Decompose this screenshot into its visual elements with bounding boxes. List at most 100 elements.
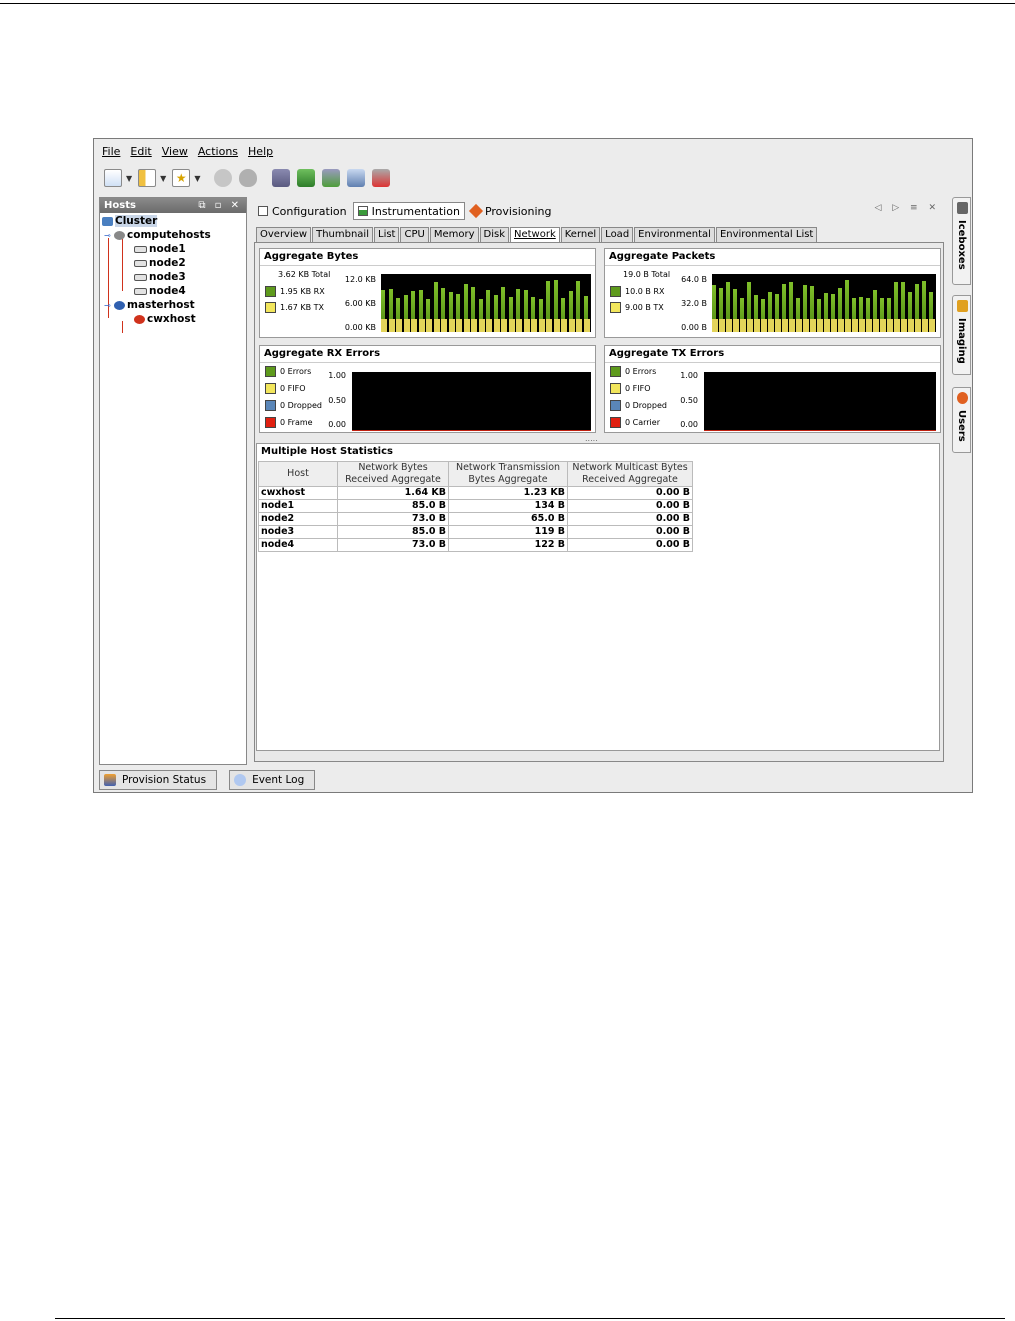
provision-status-tab[interactable]: Provision Status (99, 770, 218, 790)
tx-bar (803, 319, 809, 332)
table-row[interactable]: cwxhost 1.64 KB 1.23 KB 0.00 B (258, 486, 693, 500)
legend-swatch (610, 400, 621, 411)
subtab-network[interactable]: Network (509, 227, 560, 243)
menu-view[interactable]: View (162, 142, 188, 162)
tools-icon[interactable] (372, 169, 391, 187)
legend-item: 0 Errors (265, 364, 311, 380)
stats-table: Host Network Bytes Received Aggregate Net… (258, 461, 693, 552)
side-tab-users[interactable]: Users (952, 387, 971, 453)
tx-bar (852, 319, 858, 332)
side-tab-iceboxes[interactable]: Iceboxes (952, 197, 971, 285)
chart-total: 3.62 KB Total (278, 270, 331, 279)
event-log-tab[interactable]: Event Log (229, 770, 316, 790)
tx-bar (516, 319, 523, 332)
table-row[interactable]: node4 73.0 B 122 B 0.00 B (258, 538, 693, 552)
tree-item-node2[interactable]: node2 (134, 257, 186, 270)
legend-item: 0 FIFO (265, 381, 306, 397)
hosts-panel-title: Hosts ⧉ ▫ ✕ (100, 198, 246, 213)
tx-bar (418, 319, 425, 332)
table-row[interactable]: node3 85.0 B 119 B 0.00 B (258, 525, 693, 539)
tx-bar (866, 319, 872, 332)
legend-item: 0 Errors (610, 364, 656, 380)
legend-swatch (610, 302, 621, 313)
tab-instrumentation[interactable]: Instrumentation (352, 202, 465, 220)
favorites-star-icon[interactable]: ★ (172, 169, 191, 187)
legend-swatch (265, 400, 276, 411)
chart-total: 19.0 B Total (623, 270, 671, 279)
legend-swatch (265, 286, 276, 297)
tx-bar (775, 319, 781, 332)
bytes-plot (381, 274, 591, 332)
table-row[interactable]: node2 73.0 B 65.0 B 0.00 B (258, 512, 693, 526)
tree-item-masterhost[interactable]: ⊸ masterhost (104, 299, 195, 312)
y-tick-label: 64.0 B (681, 275, 707, 284)
column-header-transmission-bytes[interactable]: Network Transmission Bytes Aggregate (448, 461, 568, 487)
tx-bar (810, 319, 816, 332)
tree-item-node4[interactable]: node4 (134, 285, 186, 298)
favorites-dropdown-icon[interactable]: ▼ (194, 174, 200, 183)
legend-swatch (265, 366, 276, 377)
tx-errors-plot (704, 372, 936, 431)
column-header-bytes-received[interactable]: Network Bytes Received Aggregate (337, 461, 449, 487)
inspect-icon[interactable] (347, 169, 366, 187)
menu-edit[interactable]: Edit (130, 142, 151, 162)
tree-item-cluster[interactable]: Cluster (102, 215, 158, 228)
database-icon[interactable] (272, 169, 291, 187)
tx-bar (553, 319, 560, 332)
tx-bar (880, 319, 886, 332)
layout-icon[interactable] (138, 169, 157, 187)
new-window-dropdown-icon[interactable]: ▼ (126, 174, 132, 183)
legend-item: 9.00 B TX (610, 300, 664, 316)
layout-dropdown-icon[interactable]: ▼ (160, 174, 166, 183)
tree-item-node1[interactable]: node1 (134, 243, 186, 256)
menu-file[interactable]: File (102, 142, 120, 162)
column-header-multicast-bytes[interactable]: Network Multicast Bytes Received Aggregat… (567, 461, 693, 487)
subtab-list[interactable]: List (374, 227, 400, 243)
tx-bar (824, 319, 830, 332)
expand-icon[interactable]: ⊸ (104, 231, 111, 240)
rx-errors-plot (352, 372, 591, 431)
tab-nav-controls-icon[interactable]: ◁ ▷ ≡ ✕ (874, 203, 940, 213)
chart-title: Aggregate Packets (605, 249, 940, 266)
subtab-environmental-list[interactable]: Environmental List (715, 227, 818, 243)
subtab-thumbnail[interactable]: Thumbnail (312, 227, 373, 243)
tab-configuration[interactable]: Configuration (254, 203, 351, 219)
multiple-host-statistics: Multiple Host Statistics Host Network By… (256, 443, 940, 751)
sub-tabs: Overview Thumbnail List CPU Memory Disk … (256, 227, 818, 243)
subtab-overview[interactable]: Overview (256, 227, 312, 243)
menu-actions[interactable]: Actions (198, 142, 238, 162)
upload-icon[interactable] (322, 169, 341, 187)
tx-bar (719, 319, 725, 332)
tree-connector (122, 239, 123, 291)
side-tab-imaging[interactable]: Imaging (952, 295, 971, 375)
tree-item-node3[interactable]: node3 (134, 271, 186, 284)
tree-item-computehosts[interactable]: ⊸ computehosts (104, 229, 211, 242)
tx-bar (859, 319, 865, 332)
new-window-icon[interactable] (104, 169, 122, 187)
tab-provisioning[interactable]: Provisioning (467, 203, 556, 219)
menu-help[interactable]: Help (248, 142, 273, 162)
column-header-host[interactable]: Host (258, 461, 338, 487)
subtab-environmental[interactable]: Environmental (634, 227, 715, 243)
tree-item-cwxhost[interactable]: cwxhost (134, 313, 196, 326)
chart-title: Aggregate Bytes (260, 249, 595, 266)
subtab-disk[interactable]: Disk (479, 227, 509, 243)
table-row[interactable]: node1 85.0 B 134 B 0.00 B (258, 499, 693, 513)
tx-bar (873, 319, 879, 332)
tx-bar (411, 319, 418, 332)
drop-icon[interactable] (239, 169, 258, 187)
aggregate-packets-chart: Aggregate Packets 19.0 B Total 10.0 B RX… (604, 248, 941, 338)
splitter-handle[interactable]: ..... (585, 434, 598, 443)
tx-bar (831, 319, 837, 332)
refresh-icon[interactable] (297, 169, 316, 187)
panel-controls-icon[interactable]: ⧉ ▫ ✕ (198, 198, 242, 213)
subtab-memory[interactable]: Memory (429, 227, 479, 243)
provisioning-icon (468, 203, 484, 219)
subtab-kernel[interactable]: Kernel (560, 227, 601, 243)
legend-item: 0 FIFO (610, 381, 651, 397)
power-icon[interactable] (214, 169, 233, 187)
tx-bar (561, 319, 568, 332)
subtab-load[interactable]: Load (601, 227, 634, 243)
expand-icon[interactable]: ⊸ (104, 301, 111, 310)
subtab-cpu[interactable]: CPU (400, 227, 429, 243)
